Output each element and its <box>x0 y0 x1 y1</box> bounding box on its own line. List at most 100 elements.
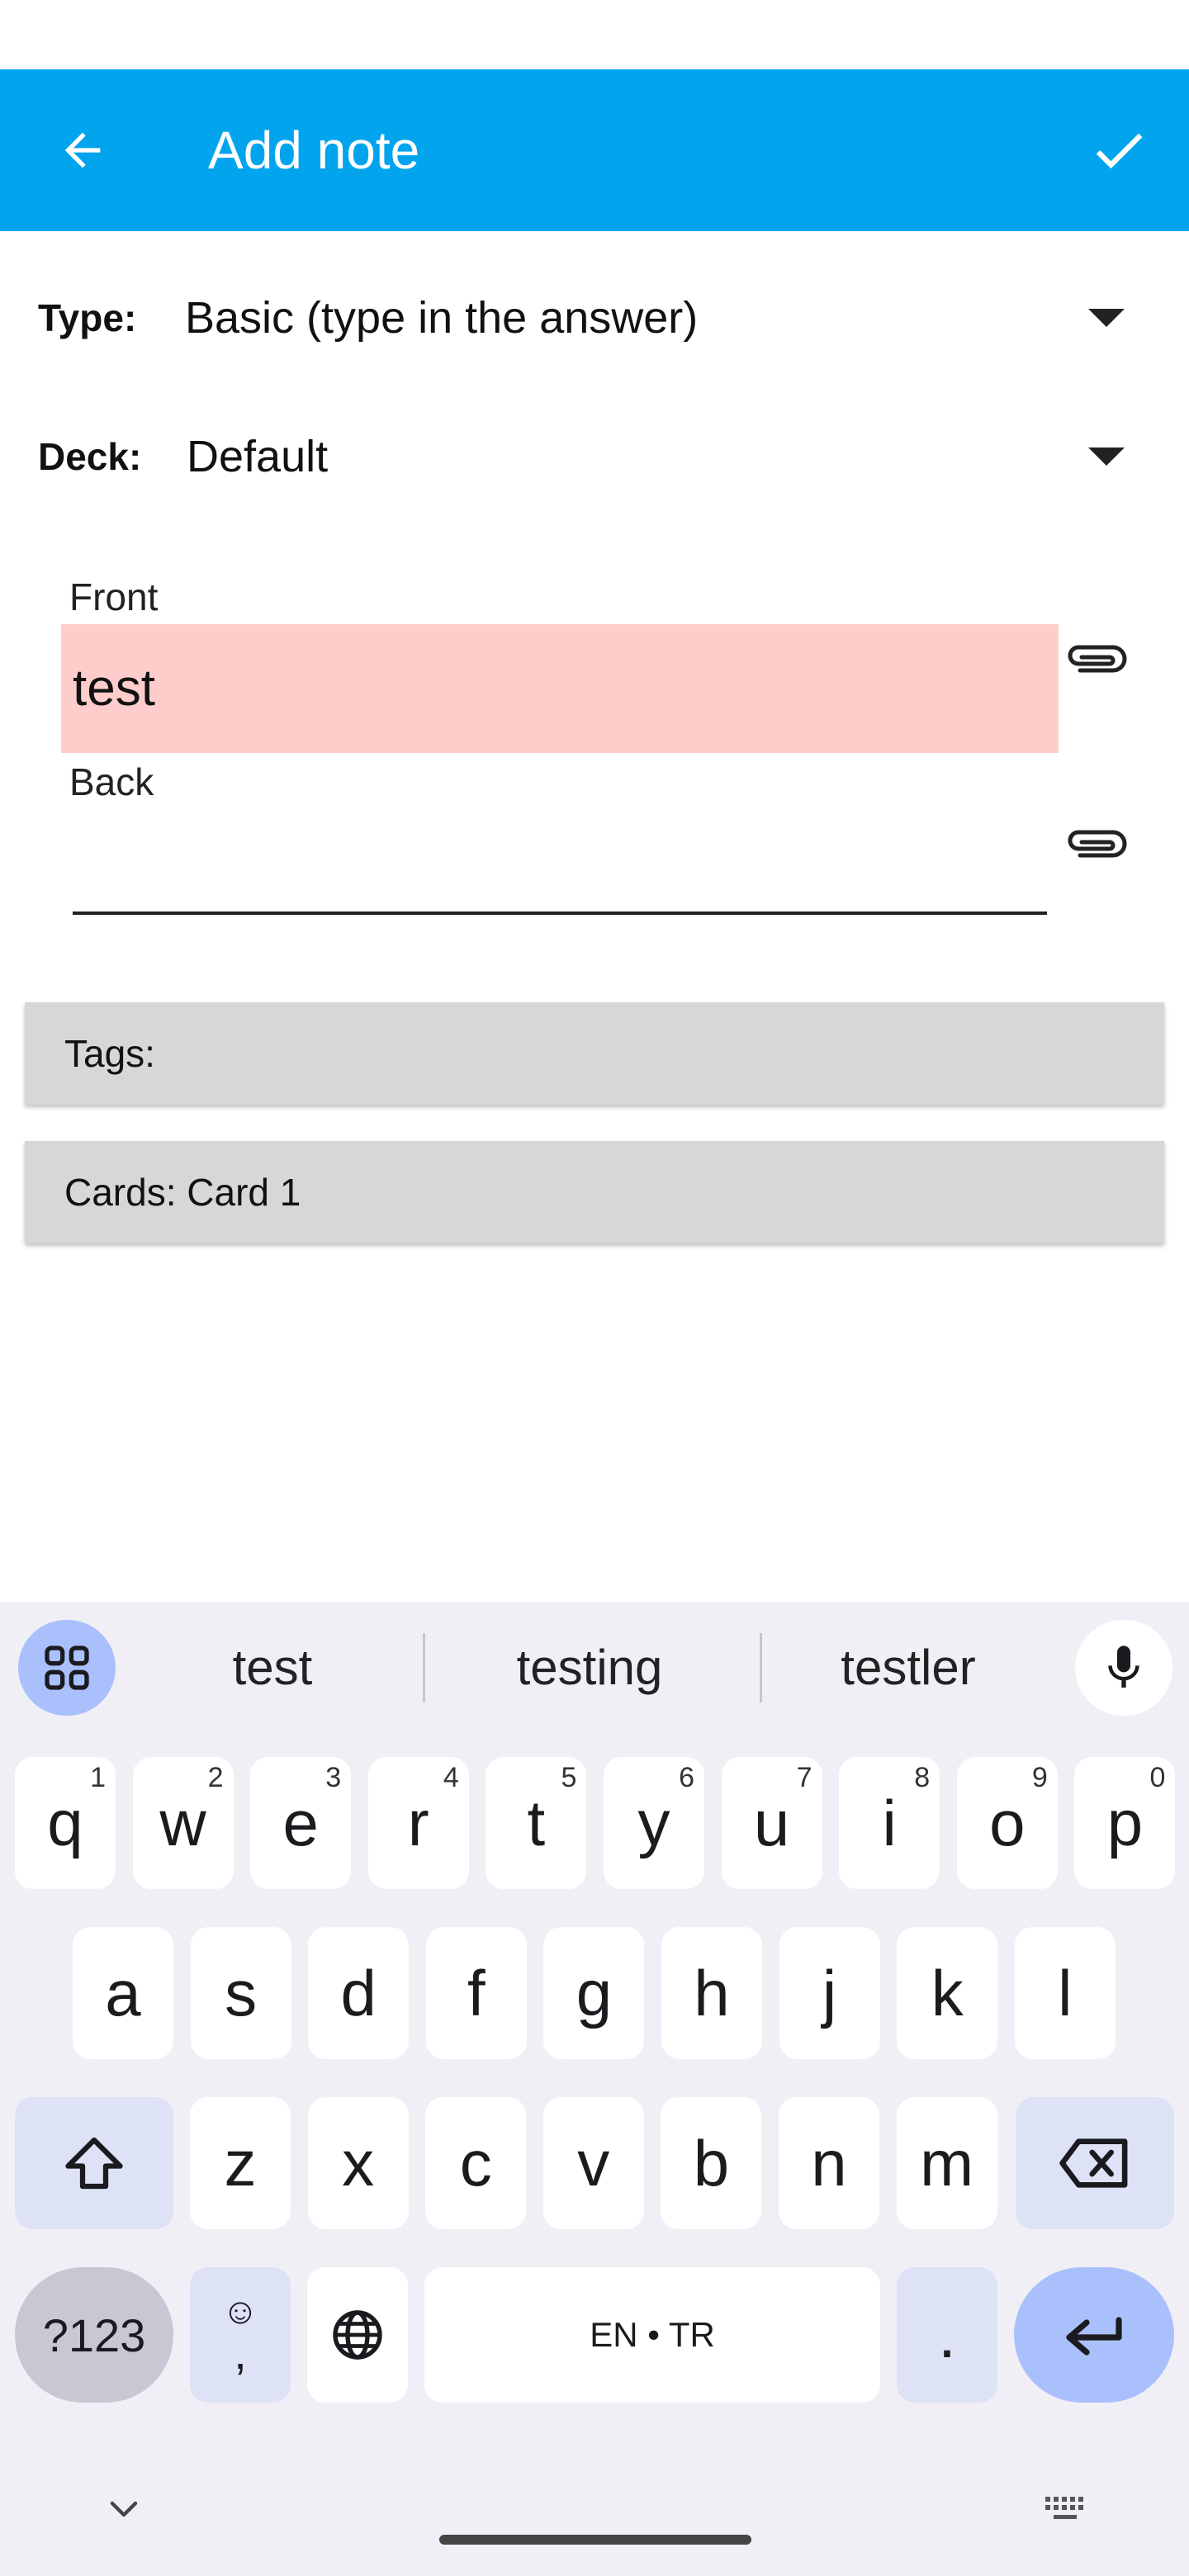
backspace-key[interactable] <box>1016 2097 1174 2229</box>
key-p[interactable]: p0 <box>1074 1757 1176 1889</box>
key-label: m <box>920 2126 974 2200</box>
shift-key[interactable] <box>15 2097 173 2229</box>
key-m[interactable]: m <box>896 2097 997 2229</box>
key-i[interactable]: i8 <box>839 1757 940 1889</box>
key-label: p <box>1106 1786 1144 1859</box>
deck-value: Default <box>187 432 329 481</box>
keyboard-menu-button[interactable] <box>18 1620 116 1716</box>
key-n[interactable]: n <box>779 2097 879 2229</box>
emoji-icon: ☺ <box>221 2291 259 2332</box>
comma-label: , <box>234 2327 247 2379</box>
attach-back-button[interactable] <box>1062 819 1128 869</box>
key-hint: 1 <box>90 1762 106 1793</box>
key-label: i <box>882 1786 897 1859</box>
key-y[interactable]: y6 <box>604 1757 704 1889</box>
key-label: a <box>105 1956 141 2029</box>
key-k[interactable]: k <box>897 1927 998 2059</box>
voice-input-button[interactable] <box>1075 1620 1172 1716</box>
key-label: t <box>527 1786 546 1859</box>
key-c[interactable]: c <box>425 2097 527 2229</box>
suggestion-divider <box>423 1633 425 1702</box>
page-title: Add note <box>208 121 420 180</box>
key-hint: 2 <box>207 1762 224 1793</box>
key-t[interactable]: t5 <box>486 1757 587 1889</box>
key-label: e <box>282 1786 319 1859</box>
key-hint: 5 <box>561 1762 577 1793</box>
key-hint: 9 <box>1031 1762 1048 1793</box>
home-indicator[interactable] <box>439 2535 751 2545</box>
keyboard-switch-button[interactable] <box>1032 2475 1098 2541</box>
key-label: u <box>753 1786 790 1859</box>
back-button[interactable] <box>41 109 124 192</box>
key-g[interactable]: g <box>543 1927 645 2059</box>
space-key[interactable]: EN • TR <box>424 2267 880 2403</box>
key-b[interactable]: b <box>661 2097 762 2229</box>
paperclip-icon <box>1068 645 1127 673</box>
symbols-key[interactable]: ?123 <box>15 2267 173 2403</box>
key-label: d <box>340 1956 377 2029</box>
key-x[interactable]: x <box>307 2097 409 2229</box>
key-r[interactable]: r4 <box>367 1757 469 1889</box>
key-label: q <box>47 1786 83 1859</box>
key-e[interactable]: e3 <box>250 1757 352 1889</box>
dropdown-arrow-icon <box>1088 447 1125 466</box>
back-field-underline <box>73 912 1047 915</box>
key-o[interactable]: o9 <box>956 1757 1058 1889</box>
key-label: f <box>467 1956 486 2029</box>
key-v[interactable]: v <box>542 2097 644 2229</box>
key-h[interactable]: h <box>661 1927 762 2059</box>
key-u[interactable]: u7 <box>721 1757 822 1889</box>
key-q[interactable]: q1 <box>15 1757 116 1889</box>
key-label: x <box>342 2126 375 2200</box>
period-key[interactable]: . <box>897 2267 997 2403</box>
apps-grid-icon <box>45 1646 89 1690</box>
key-label: r <box>407 1786 429 1859</box>
keyboard-icon <box>1045 2497 1083 2519</box>
key-z[interactable]: z <box>190 2097 291 2229</box>
key-label: c <box>459 2126 492 2200</box>
type-selector[interactable]: Type: Basic (type in the answer) <box>0 264 1189 372</box>
key-label: j <box>822 1956 837 2029</box>
key-hint: 8 <box>914 1762 931 1793</box>
front-field-value: test <box>73 660 155 717</box>
front-field[interactable] <box>61 624 1059 753</box>
suggestion-1[interactable]: test <box>132 1618 413 1717</box>
dropdown-arrow-icon <box>1088 309 1125 327</box>
arrow-back-icon <box>64 132 101 168</box>
back-field[interactable] <box>73 809 1047 915</box>
key-hint: 7 <box>796 1762 812 1793</box>
key-d[interactable]: d <box>308 1927 410 2059</box>
tags-button[interactable]: Tags: <box>25 1002 1164 1105</box>
hide-keyboard-button[interactable] <box>91 2475 157 2541</box>
suggestion-divider <box>760 1633 762 1702</box>
key-label: k <box>931 1956 964 2029</box>
backspace-icon <box>1059 2138 1128 2188</box>
space-key-label: EN • TR <box>590 2315 715 2354</box>
key-label: b <box>693 2126 730 2200</box>
type-value: Basic (type in the answer) <box>185 293 699 343</box>
key-f[interactable]: f <box>425 1927 527 2059</box>
key-w[interactable]: w2 <box>132 1757 234 1889</box>
key-label: h <box>694 1956 730 2029</box>
key-a[interactable]: a <box>73 1927 173 2059</box>
emoji-comma-key[interactable]: ☺ , <box>190 2267 291 2403</box>
microphone-icon <box>1108 1646 1139 1688</box>
key-l[interactable]: l <box>1014 1927 1116 2059</box>
cards-button[interactable]: Cards: Card 1 <box>25 1141 1164 1243</box>
key-j[interactable]: j <box>779 1927 880 2059</box>
attach-front-button[interactable] <box>1062 634 1128 684</box>
deck-selector[interactable]: Deck: Default <box>0 403 1189 510</box>
language-key[interactable] <box>307 2267 408 2403</box>
key-label: l <box>1058 1956 1073 2029</box>
tags-label: Tags: <box>64 1032 155 1075</box>
save-button[interactable] <box>1073 109 1164 192</box>
suggestion-2[interactable]: testing <box>449 1618 730 1717</box>
suggestion-3[interactable]: testler <box>768 1618 1049 1717</box>
key-s[interactable]: s <box>190 1927 291 2059</box>
enter-key[interactable] <box>1014 2267 1174 2403</box>
paperclip-icon <box>1068 830 1127 858</box>
key-hint: 0 <box>1149 1762 1166 1793</box>
front-label: Front <box>69 575 159 618</box>
key-label: v <box>577 2126 610 2200</box>
key-label: w <box>159 1786 206 1859</box>
